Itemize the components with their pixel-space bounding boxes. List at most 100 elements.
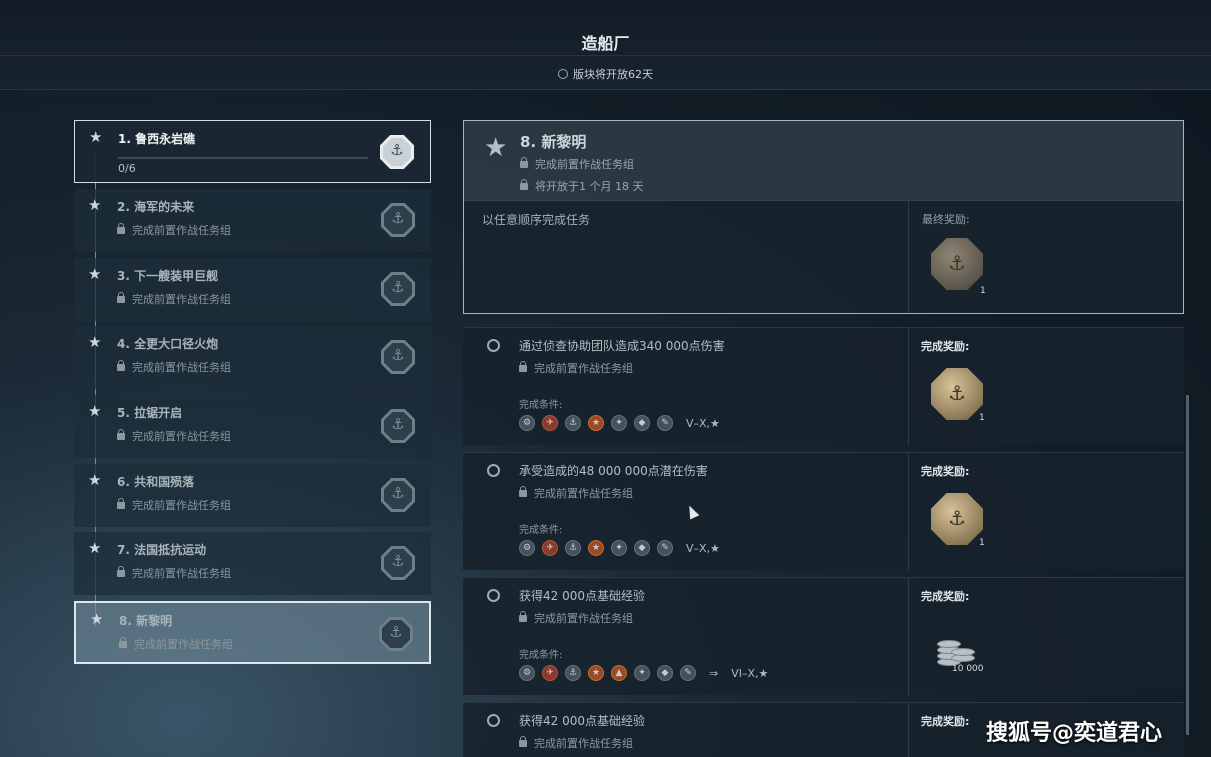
final-reward-count: 1 [980,286,986,296]
watermark: 搜狐号@奕道君心 [986,721,1163,746]
task-reward-count: 1 [979,538,985,548]
stage-item-6[interactable]: ★ 6. 共和国殒落 完成前置作战任务组 ⚓ [74,464,431,527]
shipyard-badge-icon: ⚓ [380,135,414,169]
clock-icon [558,69,568,79]
stage-lock-text: 完成前置作战任务组 [132,293,231,306]
task-name: 承受造成的48 000 000点潜在伤害 [519,464,708,478]
ship-class-icon: ✈ [542,540,558,556]
stage-item-2[interactable]: ★ 2. 海军的未来 完成前置作战任务组 ⚓ [74,189,431,252]
divider [908,201,909,313]
detail-lock-row: 完成前置作战任务组 [520,156,634,172]
task-condition-icons: ⚙ ✈ ⚓ ★ ▲ ✦ ◆ ✎ ⇒ VI–X,★ [519,665,768,681]
task-lock-text: 完成前置作战任务组 [534,487,633,500]
task-reward-label: 完成奖励: [921,590,970,603]
task-row[interactable]: 通过侦查协助团队造成340 000点伤害 完成前置作战任务组 完成条件: ⚙ ✈… [463,327,1184,446]
lock-icon [519,486,527,497]
lock-icon [119,637,127,648]
task-lock-row: 完成前置作战任务组 [519,485,633,501]
task-status-radio [487,589,500,602]
task-tier-text: V–X,★ [686,416,720,430]
ship-class-icon: ◆ [634,415,650,431]
ship-class-icon: ◆ [657,665,673,681]
detail-open-text: 将开放于1 个月 18 天 [535,180,644,193]
stage-lock-row: 完成前置作战任务组 [117,428,231,444]
lock-icon [117,566,125,577]
task-status-radio [487,464,500,477]
stage-progress-text: 0/6 [118,162,136,175]
stage-lock-text: 完成前置作战任务组 [132,430,231,443]
task-condition-label: 完成条件: [519,400,563,411]
task-row[interactable]: 获得42 000点基础经验 完成前置作战任务组 完成条件: ⚙ ✈ ⚓ ★ ▲ … [463,577,1184,696]
task-lock-row: 完成前置作战任务组 [519,735,633,751]
shipyard-badge-icon: ⚓ [381,478,415,512]
stage-item-7[interactable]: ★ 7. 法国抵抗运动 完成前置作战任务组 ⚓ [74,532,431,595]
reward-coin-icon: ⚓ [931,493,983,545]
shipyard-badge-icon: ⚓ [381,340,415,374]
stage-lock-text: 完成前置作战任务组 [134,638,233,651]
ship-class-icon: ◆ [634,540,650,556]
task-reward-label: 完成奖励: [921,340,970,353]
arrow-icon: ⇒ [709,666,719,680]
divider [908,453,909,571]
ship-class-icon: ▲ [611,665,627,681]
page-subtitle: 版块将开放62天 [0,66,1211,82]
ship-class-icon: ★ [588,665,604,681]
task-reward-label: 完成奖励: [921,715,970,728]
lock-icon [520,157,528,168]
task-lock-text: 完成前置作战任务组 [534,362,633,375]
stage-name: 3. 下一艘装甲巨舰 [117,269,219,283]
subtitle-text: 版块将开放62天 [573,68,653,81]
stage-lock-row: 完成前置作战任务组 [117,497,231,513]
stage-lock-row: 完成前置作战任务组 [117,222,231,238]
reward-coin-icon: ⚓ [931,238,983,290]
stage-lock-text: 完成前置作战任务组 [132,224,231,237]
ship-class-icon: ⚙ [519,665,535,681]
task-row[interactable]: 承受造成的48 000 000点潜在伤害 完成前置作战任务组 完成条件: ⚙ ✈… [463,452,1184,571]
ship-class-icon: ✎ [680,665,696,681]
shipyard-badge-icon: ⚓ [381,272,415,306]
lock-icon [519,736,527,747]
ship-class-icon: ⚙ [519,540,535,556]
stage-item-1[interactable]: ★ 1. 鲁西永岩礁 0/6 ⚓ [74,120,431,183]
divider [0,55,1211,56]
ship-class-icon: ✈ [542,415,558,431]
task-name: 获得42 000点基础经验 [519,714,645,728]
lock-icon [519,611,527,622]
task-status-radio [487,714,500,727]
task-lock-row: 完成前置作战任务组 [519,360,633,376]
divider [908,703,909,757]
divider [908,328,909,446]
scrollbar[interactable] [1186,395,1189,735]
stage-lock-text: 完成前置作战任务组 [132,499,231,512]
star-icon: ★ [484,133,508,163]
lock-icon [117,429,125,440]
stage-lock-row: 完成前置作战任务组 [119,636,233,652]
lock-icon [117,223,125,234]
task-name: 通过侦查协助团队造成340 000点伤害 [519,339,725,353]
stage-lock-text: 完成前置作战任务组 [132,361,231,374]
stage-name: 5. 拉锯开启 [117,406,183,420]
stage-item-4[interactable]: ★ 4. 全更大口径火炮 完成前置作战任务组 ⚓ [74,326,431,389]
stage-item-8[interactable]: ★ 8. 新黎明 完成前置作战任务组 ⚓ [74,601,431,664]
star-icon: ★ [88,333,102,351]
stage-name: 7. 法国抵抗运动 [117,543,207,557]
divider [908,578,909,696]
stage-item-5[interactable]: ★ 5. 拉锯开启 完成前置作战任务组 ⚓ [74,395,431,458]
stage-name: 2. 海军的未来 [117,200,195,214]
task-condition-icons: ⚙ ✈ ⚓ ★ ✦ ◆ ✎ V–X,★ [519,415,720,431]
stage-lock-row: 完成前置作战任务组 [117,565,231,581]
reward-coin-icon: ⚓ [931,368,983,420]
lock-icon [117,498,125,509]
ship-class-icon: ✦ [634,665,650,681]
ship-class-icon: ⚓ [565,415,581,431]
task-lock-text: 完成前置作战任务组 [534,612,633,625]
stage-item-3[interactable]: ★ 3. 下一艘装甲巨舰 完成前置作战任务组 ⚓ [74,258,431,321]
shipyard-badge-icon: ⚓ [379,617,413,651]
task-reward-count: 10 000 [952,664,984,674]
stage-detail-panel: ★ 8. 新黎明 完成前置作战任务组 将开放于1 个月 18 天 以任意顺序完成… [463,120,1184,314]
task-condition-label: 完成条件: [519,650,563,661]
task-reward-label: 完成奖励: [921,465,970,478]
star-icon: ★ [88,402,102,420]
ship-class-icon: ✎ [657,415,673,431]
ship-class-icon: ⚓ [565,665,581,681]
